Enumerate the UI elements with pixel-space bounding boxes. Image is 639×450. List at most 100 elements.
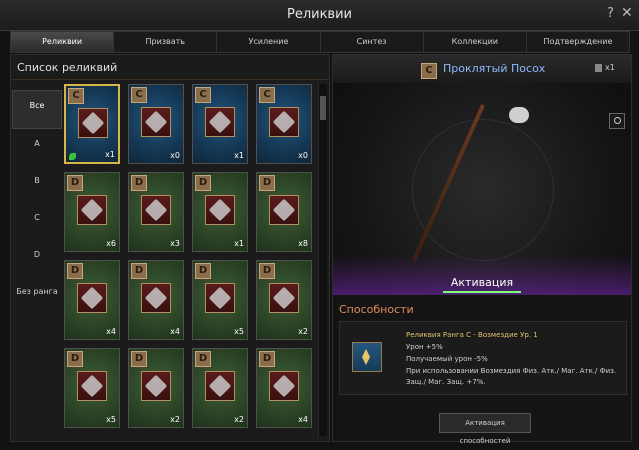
rank-badge: D: [67, 175, 83, 191]
relic-icon: [77, 195, 107, 225]
relic-count: x4: [106, 327, 116, 336]
relic-card[interactable]: Cx0: [128, 84, 184, 164]
tab-enhance[interactable]: Усиление: [217, 32, 321, 52]
relic-card[interactable]: Cx0: [256, 84, 312, 164]
tab-relics[interactable]: Реликвии: [11, 32, 115, 52]
rank-badge: D: [67, 351, 83, 367]
relic-count: x2: [170, 415, 180, 424]
relic-count: x2: [298, 327, 308, 336]
relic-count: x3: [170, 239, 180, 248]
rank-filter-unranked[interactable]: Без ранга: [12, 277, 62, 314]
activation-bar: [443, 291, 521, 293]
rank-badge: D: [131, 263, 147, 279]
relic-card[interactable]: Cx1: [192, 84, 248, 164]
relic-count: x5: [234, 327, 244, 336]
help-button[interactable]: ?: [607, 6, 614, 21]
relic-icon: [77, 283, 107, 313]
divider: [11, 79, 329, 80]
rank-filter-d[interactable]: D: [12, 240, 62, 277]
rank-filter-all[interactable]: Все: [12, 90, 62, 129]
tab-confirmation[interactable]: Подтверждение: [527, 32, 629, 52]
rank-filter-b[interactable]: B: [12, 166, 62, 203]
rank-badge: C: [68, 88, 84, 104]
relic-icon: [205, 283, 235, 313]
relic-icon: [141, 283, 171, 313]
relic-card[interactable]: Dx8: [256, 172, 312, 252]
window-title: Реликвии: [286, 7, 352, 22]
rank-badge: D: [259, 175, 275, 191]
rank-badge: D: [259, 351, 275, 367]
ability-line-damage: Урон +5%: [406, 343, 443, 351]
rank-badge: D: [67, 263, 83, 279]
rank-badge: C: [259, 87, 275, 103]
relic-preview-stage: Активация: [333, 83, 631, 295]
relic-icon: [269, 107, 299, 137]
relic-card[interactable]: Dx4: [128, 260, 184, 340]
ability-icon: [352, 342, 382, 372]
tab-collections[interactable]: Коллекции: [424, 32, 527, 52]
relic-grid: Cx1 Cx0 Cx1 Cx0 Dx6 Dx3 Dx1 Dx8 Dx4 Dx4 Dx5 Dx2 Dx5 D…: [64, 84, 316, 436]
relic-count: x8: [298, 239, 308, 248]
relic-card[interactable]: Dx2: [128, 348, 184, 428]
detail-owned-count: x1: [605, 63, 615, 72]
relic-icon: [141, 195, 171, 225]
relic-card[interactable]: Cx1: [64, 84, 120, 164]
relic-card[interactable]: Dx4: [256, 348, 312, 428]
relic-icon: [269, 283, 299, 313]
relic-card[interactable]: Dx1: [192, 172, 248, 252]
ability-line-retribution: При использовании Возмездия Физ. Атк./ М…: [406, 367, 617, 386]
relic-count: x5: [106, 415, 116, 424]
relic-icon: [269, 195, 299, 225]
relic-count: x1: [234, 239, 244, 248]
preview-ring: [412, 119, 554, 261]
leaf-icon: [69, 153, 76, 160]
relic-card[interactable]: Dx5: [64, 348, 120, 428]
rank-badge: C: [131, 87, 147, 103]
relic-count: x1: [234, 151, 244, 160]
relic-icon: [269, 371, 299, 401]
rank-badge: D: [195, 351, 211, 367]
relic-icon: [205, 371, 235, 401]
rank-filter-c[interactable]: C: [12, 203, 62, 240]
rank-filter-a[interactable]: A: [12, 129, 62, 166]
relic-count: x4: [170, 327, 180, 336]
relic-card[interactable]: Dx6: [64, 172, 120, 252]
activate-abilities-button[interactable]: Активация способностей: [439, 413, 531, 445]
relic-detail-panel: C Проклятый Посох x1 Активация Способнос…: [332, 54, 632, 445]
relic-card[interactable]: Dx2: [256, 260, 312, 340]
relic-count: x1: [105, 150, 115, 159]
relic-card[interactable]: Dx5: [192, 260, 248, 340]
relic-icon: [205, 195, 235, 225]
rank-badge: C: [195, 87, 211, 103]
activation-glow: [333, 255, 631, 295]
owned-count-icon: [595, 64, 602, 72]
relic-card[interactable]: Dx2: [192, 348, 248, 428]
abilities-box: Реликвия Ранга С - Возмездие Ур. 1 Урон …: [339, 321, 627, 395]
zoom-icon[interactable]: [609, 113, 625, 129]
detail-rank-badge: C: [421, 63, 437, 79]
rank-badge: D: [131, 351, 147, 367]
ability-description: Реликвия Ранга С - Возмездие Ур. 1 Урон …: [406, 330, 622, 388]
relic-icon: [77, 371, 107, 401]
rank-badge: D: [259, 263, 275, 279]
relic-card[interactable]: Dx3: [128, 172, 184, 252]
relic-list-title: Список реликвий: [17, 61, 118, 74]
title-bar: Реликвии ? ✕: [0, 0, 639, 31]
relic-card[interactable]: Dx4: [64, 260, 120, 340]
ability-line-damage-taken: Получаемый урон -5%: [406, 355, 488, 363]
tab-bar: Реликвии Призвать Усиление Синтез Коллек…: [10, 31, 630, 53]
relic-detail-header: C Проклятый Посох x1: [333, 55, 631, 84]
abilities-title: Способности: [339, 303, 414, 316]
rank-badge: D: [131, 175, 147, 191]
relic-grid-scrollbar[interactable]: [318, 84, 327, 436]
tab-synthesis[interactable]: Синтез: [321, 32, 424, 52]
rank-badge: D: [195, 175, 211, 191]
tab-summon[interactable]: Призвать: [114, 32, 218, 52]
rank-badge: D: [195, 263, 211, 279]
close-button[interactable]: ✕: [621, 5, 633, 21]
scrollbar-thumb[interactable]: [320, 96, 326, 120]
relic-icon: [78, 108, 108, 138]
relic-count: x4: [298, 415, 308, 424]
relic-icon: [141, 107, 171, 137]
relic-icon: [205, 107, 235, 137]
